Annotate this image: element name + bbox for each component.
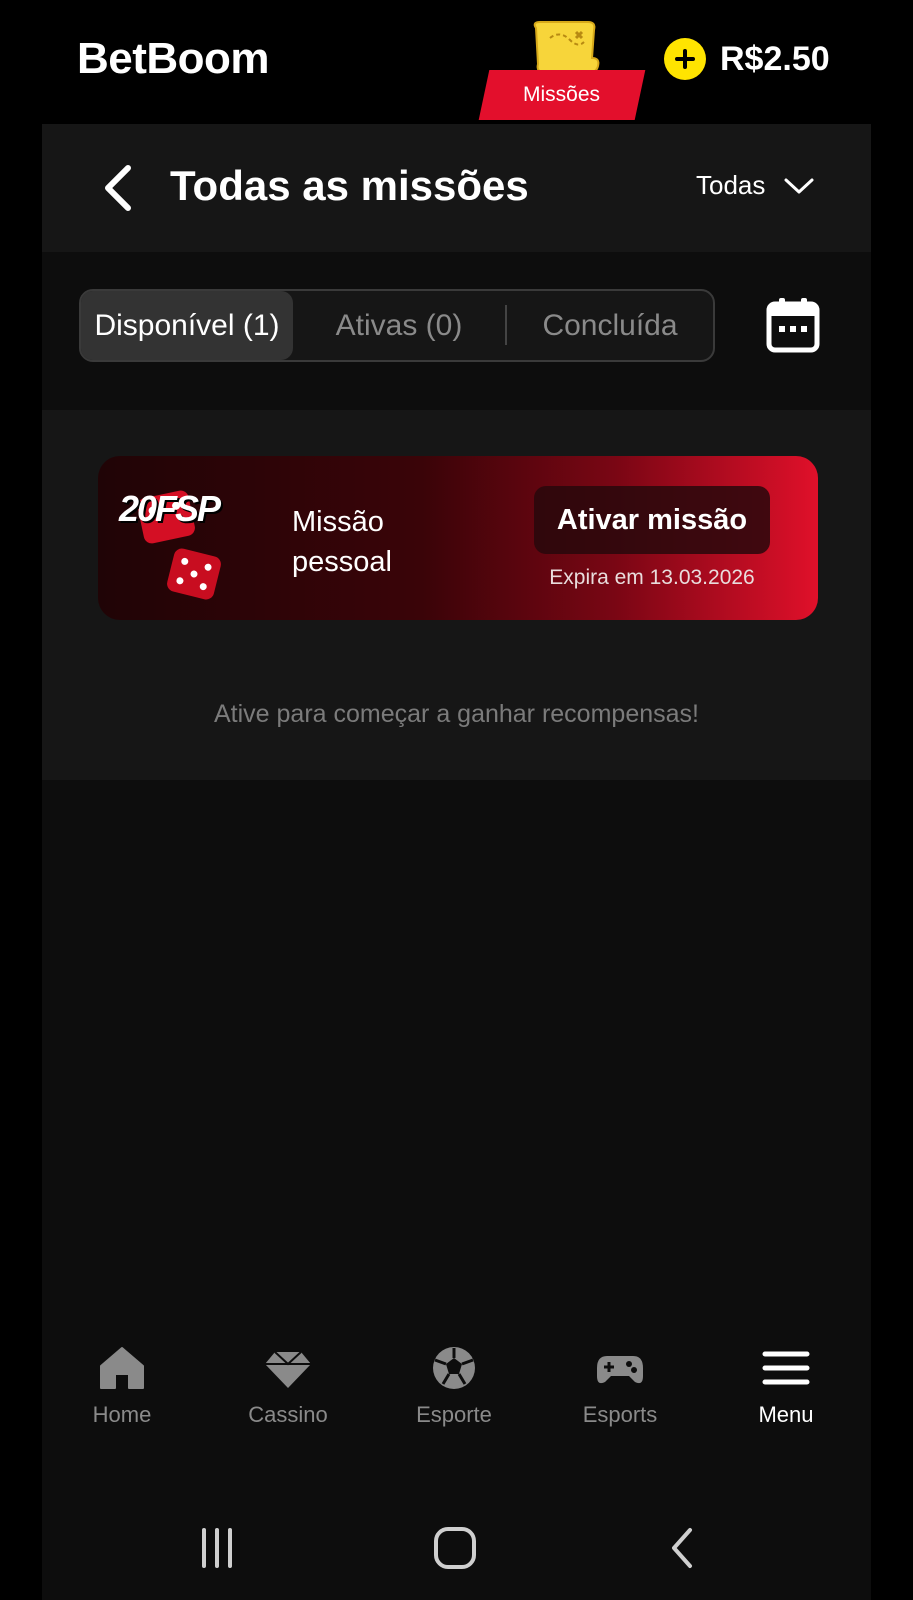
balance-value[interactable]: R$2.50 (720, 40, 830, 79)
back-button-icon[interactable] (658, 1526, 708, 1570)
diamond-icon (265, 1351, 311, 1388)
filter-label: Todas (696, 170, 766, 200)
nav-esporte-label: Esporte (416, 1402, 492, 1427)
balance: R$2.50 (664, 38, 830, 80)
mission-tabs: Disponível (1) Ativas (0) Concluída (79, 289, 715, 362)
calendar-icon[interactable] (766, 296, 820, 354)
chevron-down-icon (784, 178, 814, 193)
missions-button[interactable]: Missões (478, 18, 646, 120)
back-chevron-icon[interactable] (96, 160, 140, 216)
nav-menu[interactable]: Menu (726, 1344, 846, 1444)
brand-logo[interactable]: BetBoom (77, 34, 270, 84)
gamepad-icon (597, 1356, 643, 1384)
bottom-nav: Home Cassino Esporte Esports Menu (42, 1304, 871, 1490)
hint-text: Ative para começar a ganhar recompensas! (214, 700, 699, 728)
missions-badge-label: Missões (523, 83, 601, 106)
plus-icon (675, 49, 695, 69)
nav-menu-label: Menu (758, 1402, 814, 1427)
page-header: Todas as missões Todas (42, 124, 871, 252)
tab-ativas[interactable]: Ativas (0) (293, 291, 505, 360)
treasure-map-icon (533, 21, 600, 74)
promo-badge-text: 20FSP (118, 488, 221, 529)
nav-cassino-label: Cassino (248, 1402, 328, 1427)
hamburger-menu-icon (762, 1351, 810, 1385)
home-icon (100, 1347, 144, 1389)
mission-expiry: Expira em 13.03.2026 (549, 566, 755, 589)
deposit-plus-button[interactable] (664, 38, 706, 80)
system-navigation-bar (42, 1490, 871, 1600)
page-title: Todas as missões (170, 162, 529, 209)
nav-esports[interactable]: Esports (560, 1344, 680, 1444)
activate-mission-button[interactable]: Ativar missão (534, 486, 770, 554)
missions-content: 20FSP Missão pessoal Ativar missão Expir… (42, 410, 871, 780)
mission-name: Missão pessoal (292, 506, 392, 578)
nav-home-label: Home (92, 1402, 152, 1427)
soccer-ball-icon (433, 1347, 475, 1389)
home-button-icon[interactable] (430, 1526, 480, 1570)
nav-esporte[interactable]: Esporte (394, 1344, 514, 1444)
nav-cassino[interactable]: Cassino (228, 1344, 348, 1444)
tab-concluida[interactable]: Concluída (507, 291, 713, 360)
mission-filter-dropdown[interactable]: Todas (696, 170, 815, 201)
nav-esports-label: Esports (582, 1402, 658, 1427)
nav-home[interactable]: Home (62, 1344, 182, 1444)
recent-apps-icon[interactable] (192, 1526, 242, 1570)
top-bar: BetBoom Missões R$2.50 (0, 0, 913, 124)
mission-card[interactable]: 20FSP Missão pessoal Ativar missão Expir… (98, 456, 818, 620)
tab-disponivel[interactable]: Disponível (1) (81, 291, 293, 360)
missions-panel: Todas as missões Todas Disponível (1) At… (42, 124, 871, 1304)
